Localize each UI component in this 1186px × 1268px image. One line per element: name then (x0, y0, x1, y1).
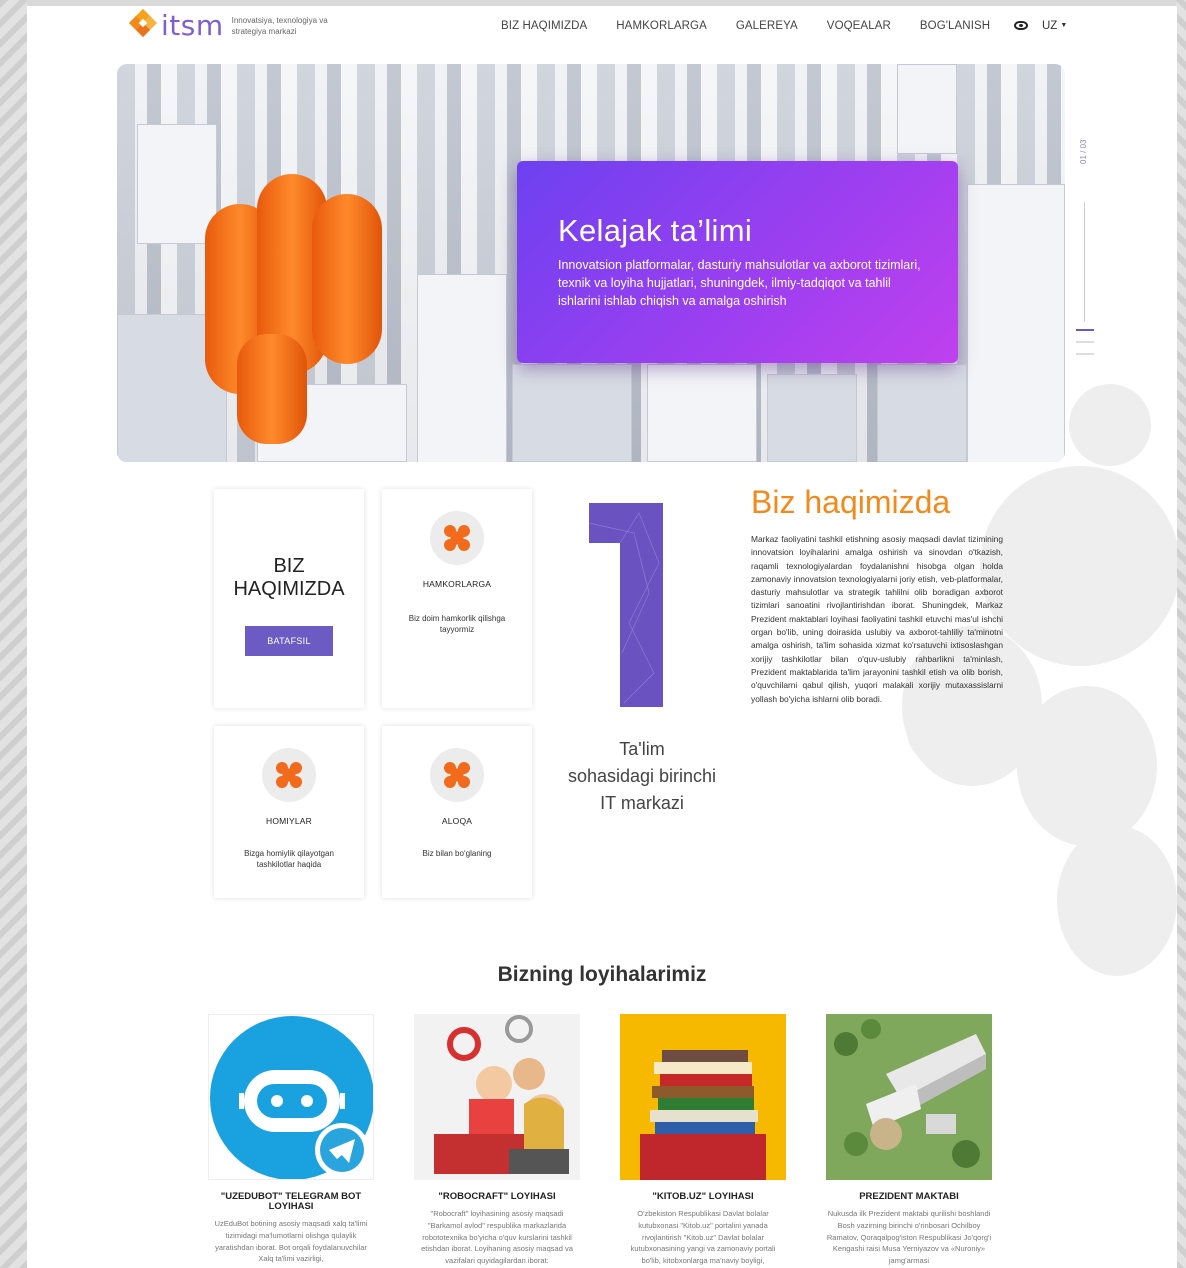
card-partners[interactable]: HAMKORLARGA Biz doim hamkorlik qilishga … (382, 489, 532, 708)
partners-icon (430, 511, 484, 565)
first-it-line1: Ta'lim (619, 739, 665, 759)
first-it-center-caption: Ta'lim sohasidagi birinchi IT markazi (547, 736, 737, 817)
project-title: "UZEDUBOT" TELEGRAM BOT LOYIHASI (220, 1191, 362, 1212)
slide-indicator-1[interactable] (1076, 329, 1094, 331)
hero-building (767, 374, 857, 462)
hero-building (967, 184, 1065, 462)
slide-progress-line (1084, 202, 1085, 322)
language-selector[interactable]: UZ ▼ (1042, 20, 1067, 32)
book-stack-illustration (620, 1014, 786, 1180)
logo-subtitle: Innovatsiya, texnologiya va strategiya m… (231, 16, 328, 36)
project-title: "KITOB.UZ" LOYIHASI (652, 1191, 754, 1202)
language-label: UZ (1042, 20, 1058, 32)
main-nav: BIZ HAQIMIZDA HAMKORLARGA GALEREYA VOQEA… (501, 20, 1019, 32)
card-sponsors[interactable]: HOMIYLAR Bizga homiylik qilayotgan tashk… (214, 726, 364, 898)
nav-gallery[interactable]: GALEREYA (736, 20, 798, 32)
logo[interactable]: itsm Innovatsiya, texnologiya va strateg… (127, 8, 332, 42)
contact-icon (430, 748, 484, 802)
nav-about[interactable]: BIZ HAQIMIZDA (501, 20, 587, 32)
card-about-title-line2: HAQIMIZDA (233, 578, 345, 600)
decor-blob (1069, 384, 1151, 466)
project-image-robocraft (414, 1014, 580, 1180)
project-card[interactable]: "UZEDUBOT" TELEGRAM BOT LOYIHASI UzEduBo… (208, 1014, 374, 1265)
hero-building (877, 364, 967, 462)
logo-diamond-icon (127, 8, 159, 42)
card-contact[interactable]: ALOQA Biz bilan bo‘glaning (382, 726, 532, 898)
nav-events[interactable]: VOQEALAR (827, 20, 891, 32)
nav-partners[interactable]: HAMKORLARGA (616, 20, 707, 32)
project-text: Nukusda ilk Prezident maktabi qurilishi … (826, 1209, 992, 1266)
hero-orange-logo-sculpture (312, 194, 382, 364)
decor-blob (1017, 686, 1157, 846)
hero-building (647, 364, 757, 462)
accessibility-eye-icon[interactable] (1014, 21, 1028, 30)
slide-indicator-3[interactable] (1076, 353, 1094, 355)
hero-caption-card: Kelajak ta’limi Innovatsion platformalar… (517, 161, 958, 363)
hero-title: Kelajak ta’limi (558, 213, 753, 248)
card-partners-title: HAMKORLARGA (422, 579, 492, 589)
sponsors-icon (262, 748, 316, 802)
nav-contact[interactable]: BOG'LANISH (920, 20, 990, 32)
hero-orange-logo-sculpture (237, 334, 307, 444)
caret-down-icon: ▼ (1060, 22, 1068, 30)
hero-text: Innovatsion platformalar, dasturiy mahsu… (558, 258, 921, 308)
first-it-line3: IT markazi (600, 793, 684, 813)
card-about-title-line1: BIZ (273, 555, 305, 577)
propeller-icon (444, 762, 470, 788)
school-campus-illustration (826, 1014, 992, 1180)
about-title: Biz haqimizda (751, 484, 951, 520)
hero-building (512, 364, 632, 462)
project-card[interactable]: "KITOB.UZ" LOYIHASI O'zbekiston Respubli… (620, 1014, 786, 1267)
card-partners-text: Biz doim hamkorlik qilishga tayyormiz (408, 614, 506, 634)
slide-indicators (1076, 329, 1094, 365)
project-title: "ROBOCRAFT" LOYIHASI (438, 1191, 556, 1202)
hero-slider[interactable]: Kelajak ta’limi Innovatsion platformalar… (117, 64, 1065, 462)
decor-blob (980, 466, 1177, 666)
background-pattern-right (1176, 0, 1186, 1268)
card-contact-title: ALOQA (441, 816, 473, 826)
project-card[interactable]: PREZIDENT MAKTABI Nukusda ilk Prezident … (826, 1014, 992, 1267)
hero-building (417, 274, 507, 462)
slide-indicator-2[interactable] (1076, 341, 1094, 343)
projects-title: Bizning loyihalarimiz (497, 963, 707, 986)
decor-blob (907, 696, 1027, 766)
card-about: BIZ HAQIMIZDA BATAFSIL (214, 489, 364, 708)
robot-bot-icon (210, 1016, 373, 1179)
logo-text: itsm (161, 9, 224, 42)
hero-building (137, 124, 217, 244)
propeller-icon (276, 762, 302, 788)
card-sponsors-title: HOMIYLAR (266, 816, 312, 826)
decor-blob (1057, 826, 1177, 976)
hero-building (897, 64, 957, 154)
card-sponsors-text: Bizga homiylik qilayotgan tashkilotlar h… (244, 849, 334, 869)
about-text: Markaz faoliyatini tashkil etishning aso… (751, 534, 1003, 704)
first-it-line2: sohasidagi birinchi (567, 766, 717, 786)
slide-counter: 01 / 03 (1079, 139, 1088, 164)
project-card[interactable]: "ROBOCRAFT" LOYIHASI "Robocraft" loyihas… (414, 1014, 580, 1267)
card-contact-text: Biz bilan bo‘glaning (422, 849, 492, 858)
robotics-kids-illustration (414, 1014, 580, 1180)
project-text: O'zbekiston Respublikasi Davlat bolalar … (630, 1209, 776, 1266)
project-image-prezident-maktabi (826, 1014, 992, 1180)
project-title: PREZIDENT MAKTABI (859, 1191, 959, 1202)
propeller-icon (444, 525, 470, 551)
project-image-uzedubot (208, 1014, 374, 1180)
project-image-kitob (620, 1014, 786, 1180)
page: itsm Innovatsiya, texnologiya va strateg… (27, 6, 1177, 1268)
project-text: "Robocraft" loyihasining asosiy maqsadi … (421, 1209, 573, 1266)
card-about-title: BIZ HAQIMIZDA (214, 555, 364, 601)
background-pattern-left (0, 0, 27, 1268)
project-text: UzEduBot botining asosiy maqsadi xalq ta… (214, 1219, 368, 1264)
header: itsm Innovatsiya, texnologiya va strateg… (27, 6, 1177, 51)
batafsil-button[interactable]: BATAFSIL (245, 626, 333, 656)
big-number-one-graphic (589, 503, 663, 707)
